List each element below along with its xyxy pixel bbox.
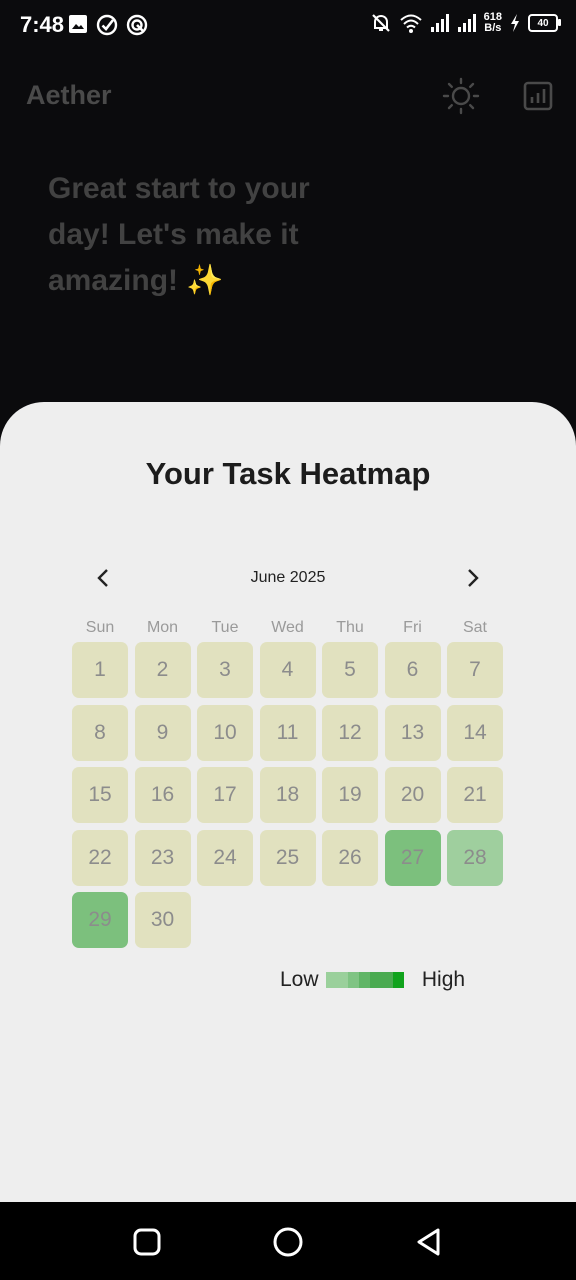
day-cell[interactable]: 9 [134,704,191,761]
day-cell[interactable]: 29 [72,892,128,948]
day-cell[interactable]: 5 [322,642,378,698]
app-title: Aether [26,80,112,110]
day-cell[interactable]: 18 [259,767,316,823]
sync-circle-icon [126,14,148,36]
month-label: June 2025 [250,569,326,586]
day-cell[interactable]: 21 [447,767,503,823]
signal-icon [457,14,476,32]
legend-color-scale [325,972,404,988]
weekday-label: Wed [271,619,304,636]
greeting-text: Great start to your day! Let's make it a… [48,172,310,297]
day-cell[interactable]: 3 [197,642,253,698]
day-cell[interactable]: 22 [72,829,128,886]
day-cell[interactable]: 25 [259,829,316,886]
weekday-label: Tue [211,619,239,636]
battery-level: 40 [537,17,549,29]
next-month-button[interactable] [456,562,488,594]
net-speed: 618 B/s [484,12,502,34]
system-nav-bar [0,1202,576,1280]
weekday-label: Sun [85,619,115,636]
heatmap-legend: Low High [280,968,465,992]
status-right-icons: 618 B/s 40 [370,12,561,34]
net-speed-unit: B/s [484,22,502,34]
back-icon[interactable] [413,1226,445,1258]
day-cell[interactable]: 10 [197,704,253,761]
image-icon [69,15,87,33]
legend-high-label: High [421,968,466,991]
wifi-icon [399,14,422,33]
weekday-label: Fri [403,619,422,636]
day-cell[interactable]: 14 [447,704,503,761]
day-cell[interactable]: 7 [447,642,503,698]
chevron-right-icon [468,569,479,587]
recents-icon[interactable] [131,1226,163,1258]
day-cell[interactable]: 26 [322,829,378,886]
day-cell[interactable]: 30 [134,892,191,948]
month-navigation: June 2025 [88,562,488,594]
day-cell[interactable]: 1 [72,642,128,698]
day-cell[interactable]: 23 [134,829,191,886]
bell-off-icon [371,14,390,32]
check-circle-icon [96,14,118,36]
weekday-header: Sun Mon Tue Wed Thu Fri Sat [72,619,503,637]
legend-swatch [370,972,393,988]
day-cell[interactable]: 12 [322,704,378,761]
sun-icon[interactable] [442,77,480,115]
legend-swatch [359,972,371,988]
status-left-icons [68,14,148,36]
status-bar: 7:48 618 B/s 40 [0,0,576,52]
calendar-grid: 1 2 3 4 5 6 7 8 9 10 11 12 13 14 15 16 17 18 19 20 21 22 23 24 2… [72,642,503,948]
day-cell[interactable]: 24 [197,829,253,886]
legend-swatch [325,972,348,988]
weekday-label: Thu [336,619,364,636]
day-cell[interactable]: 15 [72,767,128,823]
day-cell[interactable]: 17 [197,767,253,823]
legend-swatch [392,972,404,988]
day-cell[interactable]: 8 [72,704,128,761]
day-cell[interactable]: 4 [259,642,316,698]
bar-chart-icon[interactable] [522,80,554,112]
heatmap-title: Your Task Heatmap [145,456,431,491]
legend-swatch [347,972,360,988]
day-cell[interactable]: 28 [447,829,503,886]
legend-low-label: Low [280,968,319,991]
signal-icon [430,14,449,32]
day-cell[interactable]: 19 [322,767,378,823]
home-icon[interactable] [272,1226,304,1258]
day-cell[interactable]: 16 [134,767,191,823]
charging-icon [511,14,519,32]
day-cell[interactable]: 11 [259,704,316,761]
status-time: 7:48 [20,12,65,37]
heatmap-sheet: Your Task Heatmap June 2025 Sun Mon Tue Wed… [0,402,576,1202]
day-cell[interactable]: 2 [134,642,191,698]
day-cell[interactable]: 27 [384,829,441,886]
day-cell[interactable]: 6 [384,642,441,698]
day-cell[interactable]: 13 [384,704,441,761]
day-cell[interactable]: 20 [384,767,441,823]
weekday-label: Sat [462,619,487,636]
battery-icon: 40 [528,14,561,32]
weekday-label: Mon [146,619,179,636]
